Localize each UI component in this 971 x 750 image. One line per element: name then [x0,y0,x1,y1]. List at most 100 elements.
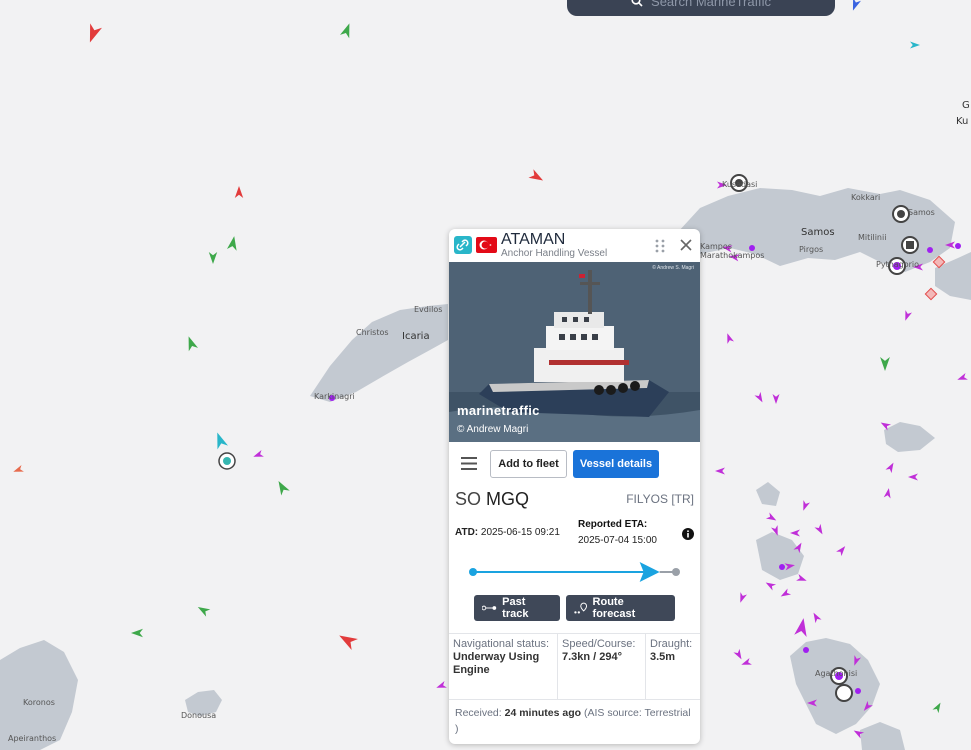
drag-handle-icon[interactable] [655,239,665,253]
info-icon[interactable] [682,528,694,540]
destination-code: MGQ [486,489,530,509]
vessel-marker-icon[interactable] [528,169,545,184]
place-label: Mitilinii [858,233,887,242]
vessel-card-header[interactable]: ATAMAN Anchor Handling Vessel [449,229,700,262]
atd-value: 2025-06-15 09:21 [480,527,560,538]
search-bar[interactable]: Search MarineTraffic [567,0,835,16]
route-forecast-button[interactable]: Route forecast [566,595,675,621]
port-dot[interactable] [955,243,961,249]
vessel-marker-icon[interactable] [274,478,290,496]
destination-port[interactable]: FILYOS [TR] [626,492,694,506]
close-icon[interactable] [679,238,693,252]
vessel-marker-icon[interactable] [908,473,918,481]
vessel-marker-icon[interactable] [932,701,943,714]
ikaria-island [310,304,448,402]
vessel-marker-icon[interactable] [724,332,734,344]
vessel-marker-icon[interactable] [12,465,24,475]
place-label: Koronos [23,698,55,707]
vessel-marker-icon[interactable] [740,658,752,668]
port-dot[interactable] [803,647,809,653]
vessel-marker-icon[interactable] [765,512,778,523]
port-marker[interactable] [901,236,919,254]
vessel-marker-icon[interactable] [131,628,143,638]
place-label: Apeiranthos [8,734,57,743]
place-label: Donousa [181,711,217,720]
vessel-marker-icon[interactable] [754,391,765,404]
vessel-marker-icon[interactable] [779,588,792,599]
vessel-marker-icon[interactable] [226,235,239,251]
nav-status-value: Underway Using Engine [453,651,540,676]
vessel-marker-icon[interactable] [910,41,920,49]
vessel-actions: Add to fleet Vessel details [449,448,700,480]
vessel-name: ATAMAN [501,231,566,248]
photo-credit-small: © Andrew S. Magri [652,265,694,271]
vessel-marker-icon[interactable] [772,394,780,404]
vessel-marker-icon[interactable] [880,357,890,371]
vessel-marker-icon[interactable] [212,431,228,450]
vessel-card: ATAMAN Anchor Handling Vessel © Andrew S… [449,229,700,744]
speed-course-value: 7.3kn / 294° [562,651,623,663]
photo-watermark: marinetraffic [457,403,540,418]
vessel-marker-icon[interactable] [737,592,747,604]
vessel-details-button[interactable]: Vessel details [573,450,659,478]
vessel-photo[interactable]: © Andrew S. Magri marinetraffic © Andrew… [449,262,700,442]
nav-status-label: Navigational status: [453,638,549,650]
hazard-marker[interactable] [924,287,938,301]
vessel-marker-icon[interactable] [336,630,358,650]
selected-vessel-marker[interactable] [218,452,236,470]
received-label: Received: [455,707,502,719]
add-to-fleet-button[interactable]: Add to fleet [490,450,567,478]
vessel-marker-icon[interactable] [902,310,912,322]
place-label: Samos [801,227,835,238]
place-label: Kusadasi [722,180,758,189]
speed-course: Speed/Course: 7.3kn / 294° [558,634,646,699]
link-icon[interactable] [454,236,472,254]
vessel-marker-icon[interactable] [234,186,244,198]
route-icon [574,602,588,614]
vessel-marker-icon[interactable] [208,252,218,264]
vessel-marker-icon[interactable] [715,467,725,475]
port-dot[interactable] [927,247,933,253]
flag-icon [476,237,497,253]
vessel-marker-icon[interactable] [733,648,744,661]
vessel-marker-icon[interactable] [196,603,211,617]
place-label: Pirgos [799,245,824,254]
port-marker[interactable] [892,205,910,223]
vessel-marker-icon[interactable] [252,450,264,460]
vessel-marker-icon[interactable] [800,500,810,512]
port-dot[interactable] [779,564,785,570]
vessel-type: Anchor Handling Vessel [501,248,608,259]
vessel-marker-icon[interactable] [794,617,810,637]
search-input[interactable]: Search MarineTraffic [651,0,771,9]
eta-label: Reported ETA: [578,519,648,530]
place-label: Kampos Marathokampos [700,242,765,260]
vessel-marker-icon[interactable] [836,544,848,557]
vessel-marker-icon[interactable] [810,611,822,624]
destination-prefix: SO [455,489,482,509]
nav-status: Navigational status: Underway Using Engi… [449,634,558,699]
vessel-marker-icon[interactable] [435,681,447,691]
place-label: G [962,100,970,111]
vessel-marker-icon[interactable] [790,529,800,537]
vessel-marker-icon[interactable] [184,335,198,352]
agathonisi-island [790,638,880,734]
vessel-marker-icon[interactable] [849,0,861,12]
vessel-marker-icon[interactable] [764,579,777,591]
vessel-marker-icon[interactable] [814,523,825,536]
photo-credit: © Andrew Magri [457,424,529,435]
vessel-marker-icon[interactable] [340,22,354,39]
destination: SO MGQ [455,489,529,510]
place-label: Agathonisi [815,669,858,678]
port-dot[interactable] [855,688,861,694]
atd-label: ATD: [455,527,479,538]
vessel-marker-icon[interactable] [84,23,102,44]
vessel-marker-icon[interactable] [883,487,893,499]
voyage-progress [469,562,680,582]
draught-label: Draught: [650,638,693,650]
menu-icon[interactable] [461,457,477,470]
vessel-marker-icon[interactable] [796,574,808,584]
vessel-marker-icon[interactable] [885,461,896,474]
place-label: Pythagorio [876,260,920,269]
vessel-marker-icon[interactable] [956,373,968,383]
past-track-button[interactable]: Past track [474,595,560,621]
